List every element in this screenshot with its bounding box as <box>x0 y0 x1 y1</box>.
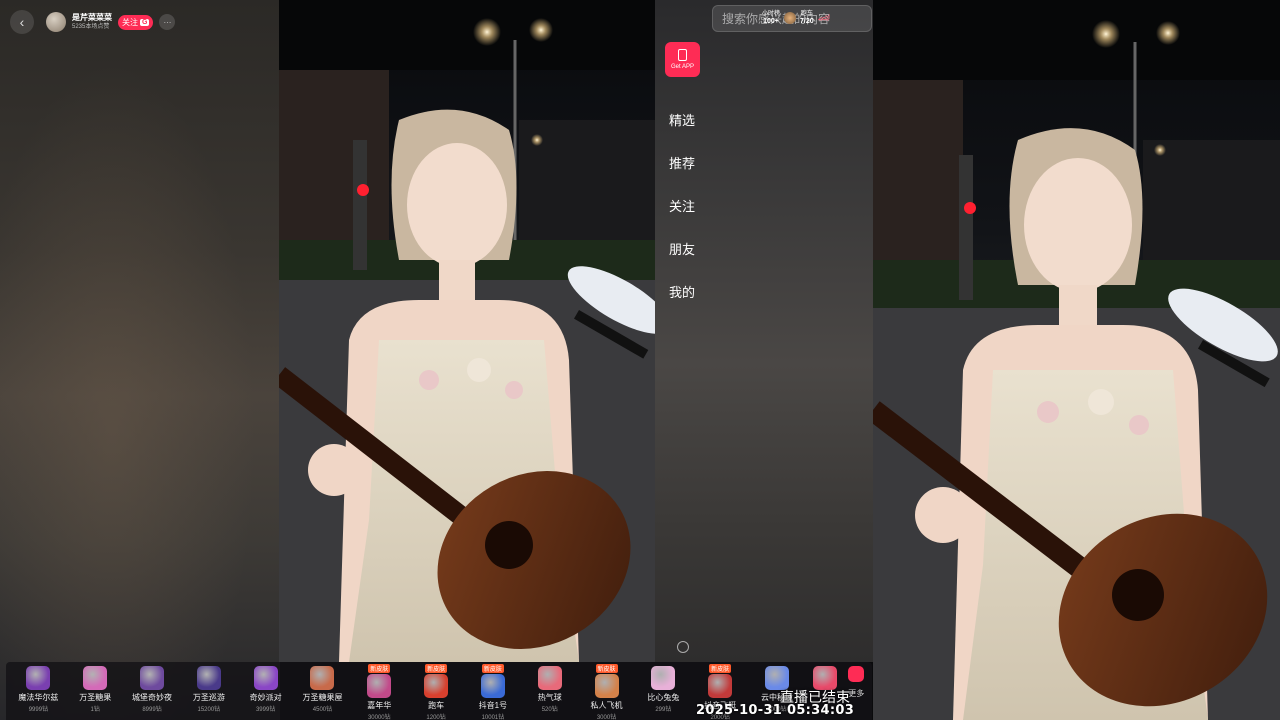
blurred-background-middle <box>655 0 873 662</box>
gift-icon <box>253 666 278 690</box>
back-button[interactable]: ‹ <box>10 10 34 34</box>
ellipsis-icon: ··· <box>163 17 172 27</box>
video-scene <box>279 0 655 662</box>
follow-label: 关注 <box>122 17 138 27</box>
gift-name: 魔法华尔兹 <box>18 693 59 702</box>
gift-icon <box>83 666 108 690</box>
blurred-background-left <box>0 0 280 720</box>
nav-item-recommend[interactable]: 推荐 <box>669 155 695 172</box>
gift-name: 万圣巡游 <box>192 693 225 702</box>
settings-icon[interactable] <box>677 641 689 653</box>
fan-badge: G <box>140 18 150 26</box>
gift-icon <box>424 674 449 698</box>
more-label: 更多 <box>848 689 865 698</box>
gift-item[interactable]: 新皮肤私人飞机 3000钻 <box>578 664 635 720</box>
gift-price: 8999钻 <box>142 707 162 713</box>
side-nav: 精选 推荐 关注 朋友 我的 <box>669 112 695 301</box>
gift-price: 4500钻 <box>312 707 333 713</box>
live-rank-hud[interactable]: 小时榜 100+ 跑车 7/20 🏎 <box>762 11 830 25</box>
gift-box-icon <box>848 666 865 682</box>
gift-new-skin-tag: 新皮肤 <box>425 664 448 673</box>
gift-new-skin-tag: 新皮肤 <box>595 664 618 673</box>
streamer-info[interactable]: 是芹菜菜菜 5235本场点赞 <box>72 13 112 31</box>
nav-item-featured[interactable]: 精选 <box>669 112 695 129</box>
sportscar-progress: 跑车 7/20 <box>800 11 814 25</box>
gift-icon <box>537 666 562 690</box>
gift-price: 299钻 <box>655 707 672 713</box>
gift-price: 30000钻 <box>367 715 391 720</box>
gift-item[interactable]: 新皮肤嘉年华 30000钻 <box>351 664 408 720</box>
gift-price: 9999钻 <box>28 707 49 713</box>
gift-name: 跑车 <box>428 701 445 710</box>
gift-price: 3000钻 <box>596 715 617 720</box>
gift-item[interactable]: 比心兔兔 299钻 <box>635 664 692 713</box>
phone-icon <box>678 49 687 61</box>
gift-item[interactable]: 魔法华尔兹 9999钻 <box>10 664 67 713</box>
gift-name: 奇妙派对 <box>249 693 282 702</box>
rank-avatar-icon <box>784 12 797 25</box>
gift-item[interactable]: 万圣巡游 15200钻 <box>180 664 237 713</box>
gift-name: 万圣糖果 <box>79 693 112 702</box>
gift-icon <box>651 666 676 690</box>
gift-icon <box>310 666 335 690</box>
gift-item[interactable]: 城堡奇妙夜 8999钻 <box>124 664 181 713</box>
gift-name: 万圣糖果屋 <box>302 693 343 702</box>
avatar[interactable] <box>46 12 66 32</box>
gift-icon <box>708 674 733 698</box>
live-video-main[interactable] <box>279 0 655 662</box>
streamer-name: 是芹菜菜菜 <box>72 13 112 22</box>
hourly-rank-value: 100+ <box>763 17 779 25</box>
gift-price: 1钻 <box>90 707 100 713</box>
nav-item-friends[interactable]: 朋友 <box>669 241 695 258</box>
gift-name: 私人飞机 <box>590 701 623 710</box>
gift-new-skin-tag: 新皮肤 <box>481 664 504 673</box>
gift-new-skin-tag: 新皮肤 <box>368 664 391 673</box>
gift-icon <box>480 674 505 698</box>
follow-button[interactable]: 关注 G <box>118 14 154 30</box>
gift-name: 城堡奇妙夜 <box>132 693 173 702</box>
live-video-secondary[interactable] <box>873 0 1280 720</box>
gift-name: 抖音1号 <box>478 701 508 710</box>
gift-item[interactable]: 热气球 520钻 <box>521 664 578 713</box>
live-room: ‹ 是芹菜菜菜 5235本场点赞 关注 G ··· 搜索你感兴趣的内容 小时榜 … <box>0 0 1280 720</box>
video-scene-secondary <box>873 0 1280 720</box>
hourly-rank: 小时榜 100+ <box>762 11 780 25</box>
gift-price: 3999钻 <box>255 707 276 713</box>
gift-price: 1200钻 <box>426 715 446 720</box>
nav-item-following[interactable]: 关注 <box>669 198 695 215</box>
streamer-likes: 5235本场点赞 <box>72 24 110 30</box>
gift-price: 10001钻 <box>481 715 505 720</box>
gift-name: 比心兔兔 <box>647 693 680 702</box>
gift-icon <box>196 666 221 690</box>
gift-price: 15200钻 <box>197 707 221 713</box>
gift-item[interactable]: 奇妙派对 3999钻 <box>237 664 294 713</box>
gift-item[interactable]: 新皮肤跑车 1200钻 <box>408 664 465 720</box>
gift-icon <box>367 674 392 698</box>
gift-name: 热气球 <box>537 693 562 702</box>
gift-item[interactable]: 万圣糖果 1钻 <box>67 664 124 713</box>
gift-icon <box>140 666 165 690</box>
timestamp: 2025-10-31 05:34:03 <box>696 703 855 718</box>
gift-icon <box>26 666 51 690</box>
more-options-button[interactable]: ··· <box>159 14 176 30</box>
get-app-label: Get APP <box>670 64 694 70</box>
streamer-bar: ‹ 是芹菜菜菜 5235本场点赞 关注 G ··· <box>10 9 176 35</box>
get-app-button[interactable]: Get APP <box>665 42 700 77</box>
gift-item[interactable]: 万圣糖果屋 4500钻 <box>294 664 351 713</box>
gift-new-skin-tag: 新皮肤 <box>709 664 732 673</box>
nav-item-me[interactable]: 我的 <box>669 284 695 301</box>
gift-price: 520钻 <box>541 707 558 713</box>
gift-name: 嘉年华 <box>367 701 392 710</box>
gift-icon <box>594 674 619 698</box>
sportscar-icon: 🏎 <box>817 12 831 24</box>
sportscar-value: 7/20 <box>800 17 814 25</box>
sportscar-label: 跑车 <box>800 11 813 17</box>
gift-item[interactable]: 新皮肤抖音1号 10001钻 <box>465 664 522 720</box>
chevron-left-icon: ‹ <box>19 14 25 30</box>
hourly-rank-label: 小时榜 <box>762 11 781 17</box>
